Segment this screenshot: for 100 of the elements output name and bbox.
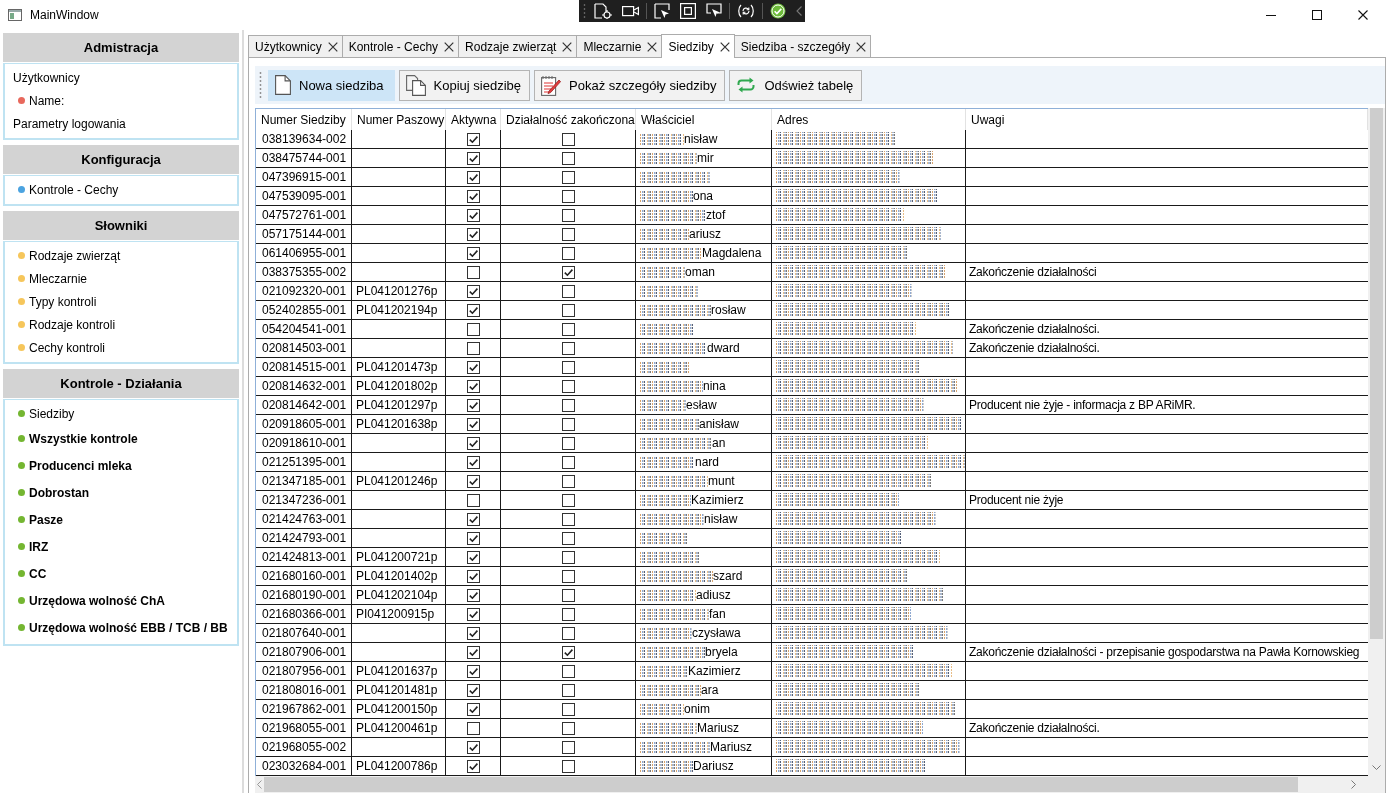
sidebar-item[interactable]: Producenci mleka: [5, 452, 237, 479]
cursor-frame-icon[interactable]: [706, 3, 722, 19]
checkbox[interactable]: [466, 360, 480, 374]
cursor-box-icon[interactable]: [654, 3, 670, 19]
tab[interactable]: Siedziby: [661, 34, 735, 58]
checkbox[interactable]: [561, 436, 575, 450]
document-cursor-icon[interactable]: [594, 3, 612, 19]
copy-button[interactable]: Kopiuj siedzibę: [398, 69, 530, 101]
sidebar-item[interactable]: Parametry logowania: [5, 112, 237, 135]
checkbox[interactable]: [561, 284, 575, 298]
tab[interactable]: Użytkownicy: [248, 35, 343, 57]
checkbox[interactable]: [561, 474, 575, 488]
checkbox[interactable]: [561, 664, 575, 678]
checkbox[interactable]: [561, 170, 575, 184]
checkbox[interactable]: [561, 303, 575, 317]
checkbox[interactable]: [561, 246, 575, 260]
sidebar-item[interactable]: Dobrostan: [5, 479, 237, 506]
sidebar-item[interactable]: Urzędowa wolność EBB / TCB / BB: [5, 614, 237, 641]
new-button[interactable]: Nowa siedziba: [268, 69, 395, 101]
checkbox[interactable]: [466, 379, 480, 393]
checkbox[interactable]: [466, 170, 480, 184]
checkbox[interactable]: [561, 683, 575, 697]
column-header[interactable]: Właściciel: [636, 109, 772, 130]
close-icon[interactable]: [444, 41, 455, 52]
checkbox[interactable]: [561, 417, 575, 431]
checkbox[interactable]: [561, 550, 575, 564]
sidebar-item[interactable]: Użytkownicy: [5, 66, 237, 89]
close-icon[interactable]: [719, 41, 730, 52]
details-button[interactable]: Pokaż szczegóły siedziby: [534, 69, 726, 101]
checkbox[interactable]: [466, 626, 480, 640]
checkbox[interactable]: [561, 322, 575, 336]
tab[interactable]: Siedziba - szczegóły: [733, 35, 872, 57]
checkbox[interactable]: [561, 569, 575, 583]
checkbox[interactable]: [561, 588, 575, 602]
checkbox[interactable]: [466, 569, 480, 583]
checkbox[interactable]: [466, 759, 480, 773]
checkbox[interactable]: [466, 303, 480, 317]
close-icon[interactable]: [856, 41, 867, 52]
checkbox[interactable]: [466, 265, 480, 279]
checkbox[interactable]: [466, 512, 480, 526]
sync-icon[interactable]: [737, 3, 755, 19]
checkbox[interactable]: [561, 759, 575, 773]
chevron-right-icon[interactable]: [1351, 780, 1356, 789]
tab[interactable]: Mleczarnie: [576, 35, 663, 57]
sidebar-item[interactable]: CC: [5, 560, 237, 587]
chevron-left-icon[interactable]: [796, 6, 802, 16]
checkbox[interactable]: [466, 721, 480, 735]
chevron-down-icon[interactable]: [1372, 765, 1381, 770]
sidebar-item[interactable]: Wszystkie kontrole: [5, 425, 237, 452]
checkbox[interactable]: [466, 664, 480, 678]
column-header[interactable]: Aktywna: [446, 109, 501, 130]
checkbox[interactable]: [561, 398, 575, 412]
checkbox[interactable]: [466, 132, 480, 146]
checkbox[interactable]: [561, 341, 575, 355]
checkbox[interactable]: [466, 607, 480, 621]
checkbox[interactable]: [466, 246, 480, 260]
checkbox[interactable]: [466, 436, 480, 450]
checkbox[interactable]: [561, 721, 575, 735]
checkbox[interactable]: [561, 265, 575, 279]
checkbox[interactable]: [561, 740, 575, 754]
checkbox[interactable]: [466, 550, 480, 564]
checkbox[interactable]: [561, 645, 575, 659]
grip-icon[interactable]: [259, 71, 262, 99]
sidebar-item[interactable]: Rodzaje zwierząt: [5, 244, 237, 267]
checkbox[interactable]: [466, 227, 480, 241]
refresh-button[interactable]: Odśwież tabelę: [729, 69, 863, 101]
checkbox[interactable]: [466, 740, 480, 754]
checkbox[interactable]: [561, 702, 575, 716]
scrollbar-thumb[interactable]: [264, 777, 1298, 792]
column-header[interactable]: Adres: [772, 109, 966, 130]
column-header[interactable]: Numer Paszowy: [352, 109, 446, 130]
checkbox[interactable]: [561, 151, 575, 165]
sidebar-item[interactable]: Pasze: [5, 506, 237, 533]
checkbox[interactable]: [466, 208, 480, 222]
checkbox[interactable]: [561, 379, 575, 393]
checkbox[interactable]: [561, 455, 575, 469]
sidebar-item[interactable]: Urzędowa wolność ChA: [5, 587, 237, 614]
vertical-scrollbar[interactable]: [1368, 108, 1385, 776]
checkbox[interactable]: [561, 531, 575, 545]
sidebar-item[interactable]: Name:: [5, 89, 237, 112]
checkbox[interactable]: [561, 626, 575, 640]
close-icon[interactable]: [327, 41, 338, 52]
checkbox[interactable]: [466, 189, 480, 203]
sidebar-item[interactable]: Siedziby: [5, 402, 237, 425]
close-icon[interactable]: [562, 41, 573, 52]
column-header[interactable]: Działalność zakończona: [501, 109, 636, 130]
close-icon[interactable]: [647, 41, 658, 52]
checkbox[interactable]: [466, 284, 480, 298]
sidebar-item[interactable]: Cechy kontroli: [5, 336, 237, 359]
tab[interactable]: Rodzaje zwierząt: [458, 35, 578, 57]
checkbox[interactable]: [466, 683, 480, 697]
checkbox[interactable]: [561, 607, 575, 621]
square-icon[interactable]: [680, 3, 696, 19]
scrollbar-thumb[interactable]: [1370, 108, 1383, 639]
checkbox[interactable]: [561, 189, 575, 203]
checkbox[interactable]: [466, 398, 480, 412]
check-circle-icon[interactable]: [770, 3, 786, 19]
checkbox[interactable]: [561, 227, 575, 241]
checkbox[interactable]: [466, 322, 480, 336]
video-camera-icon[interactable]: [622, 5, 639, 17]
